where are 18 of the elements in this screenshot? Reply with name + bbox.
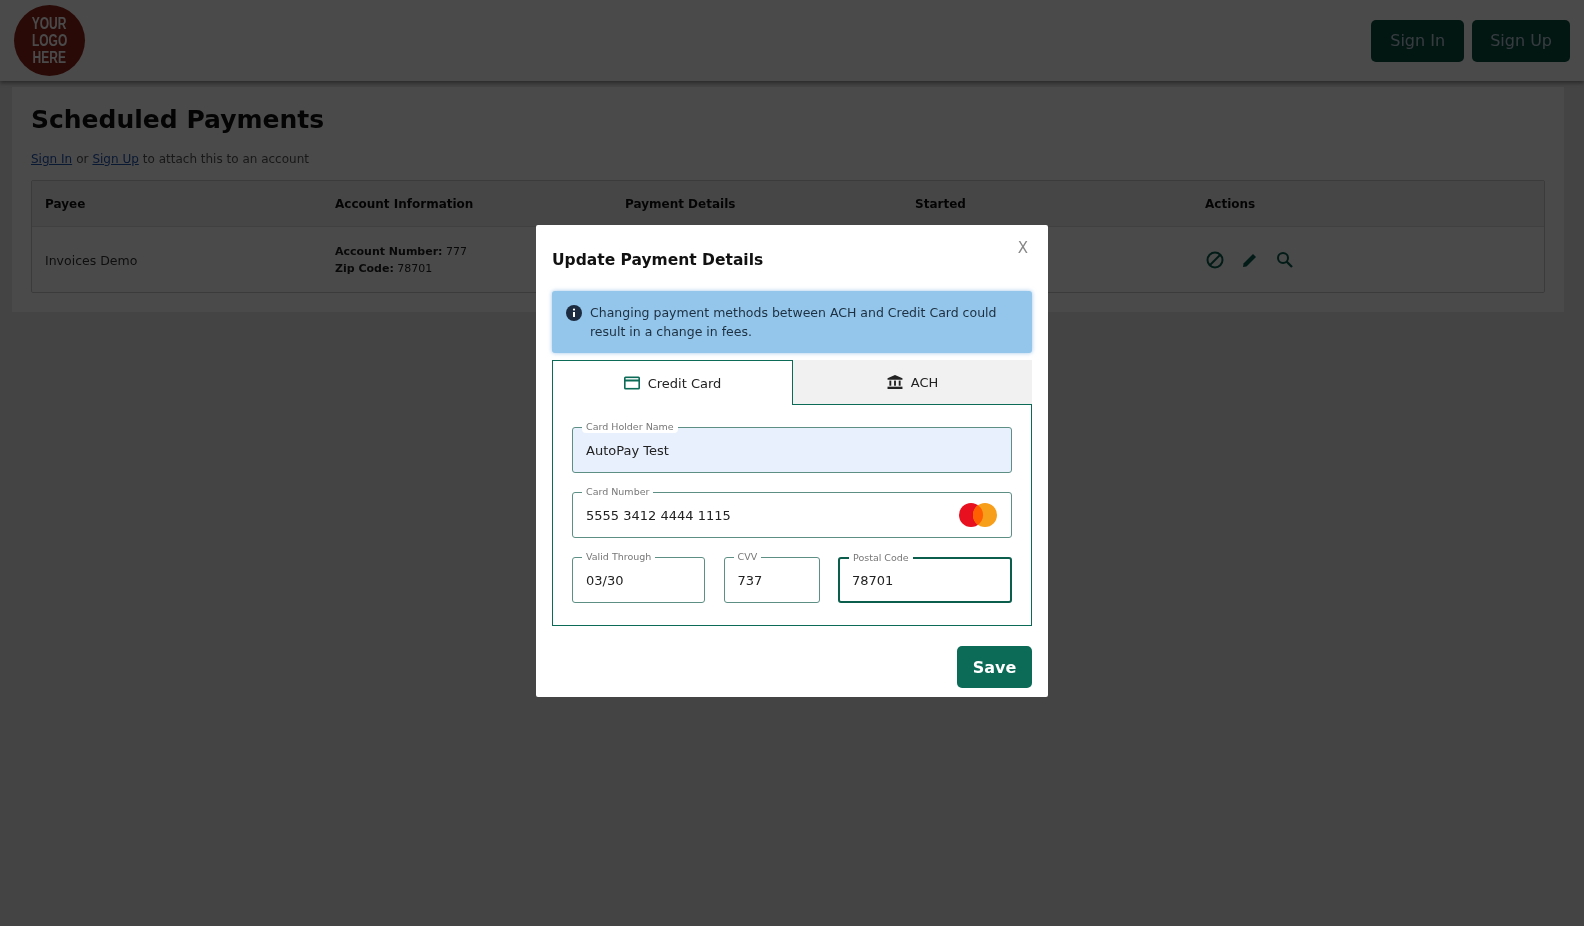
- payment-tab[interactable]: Credit Card: [552, 360, 793, 405]
- column-header: Account Information: [334, 196, 475, 211]
- save-button[interactable]: Save: [957, 646, 1032, 688]
- column-header: Actions: [1204, 196, 1257, 211]
- alert-text: Changing payment methods between ACH and Credit Card could result in a change in fees.: [590, 304, 998, 341]
- bank-icon: [886, 375, 903, 389]
- payment-tab[interactable]: ACH: [793, 360, 1032, 405]
- info-icon: [566, 305, 582, 321]
- page-title: Scheduled Payments: [31, 105, 326, 134]
- close-button[interactable]: X: [1013, 239, 1032, 257]
- table-cell-text: Account Number: 777 Zip Code: 78701: [335, 243, 468, 277]
- dialog-title: Update Payment Details: [552, 251, 764, 269]
- card-brand-icon: [958, 502, 998, 528]
- table-cell: Invoices Demo: [45, 253, 138, 268]
- credit-card-icon: [623, 376, 640, 390]
- column-header: Payee: [44, 196, 87, 211]
- column-header: Payment Details: [624, 196, 737, 211]
- column-header: Started: [914, 196, 967, 211]
